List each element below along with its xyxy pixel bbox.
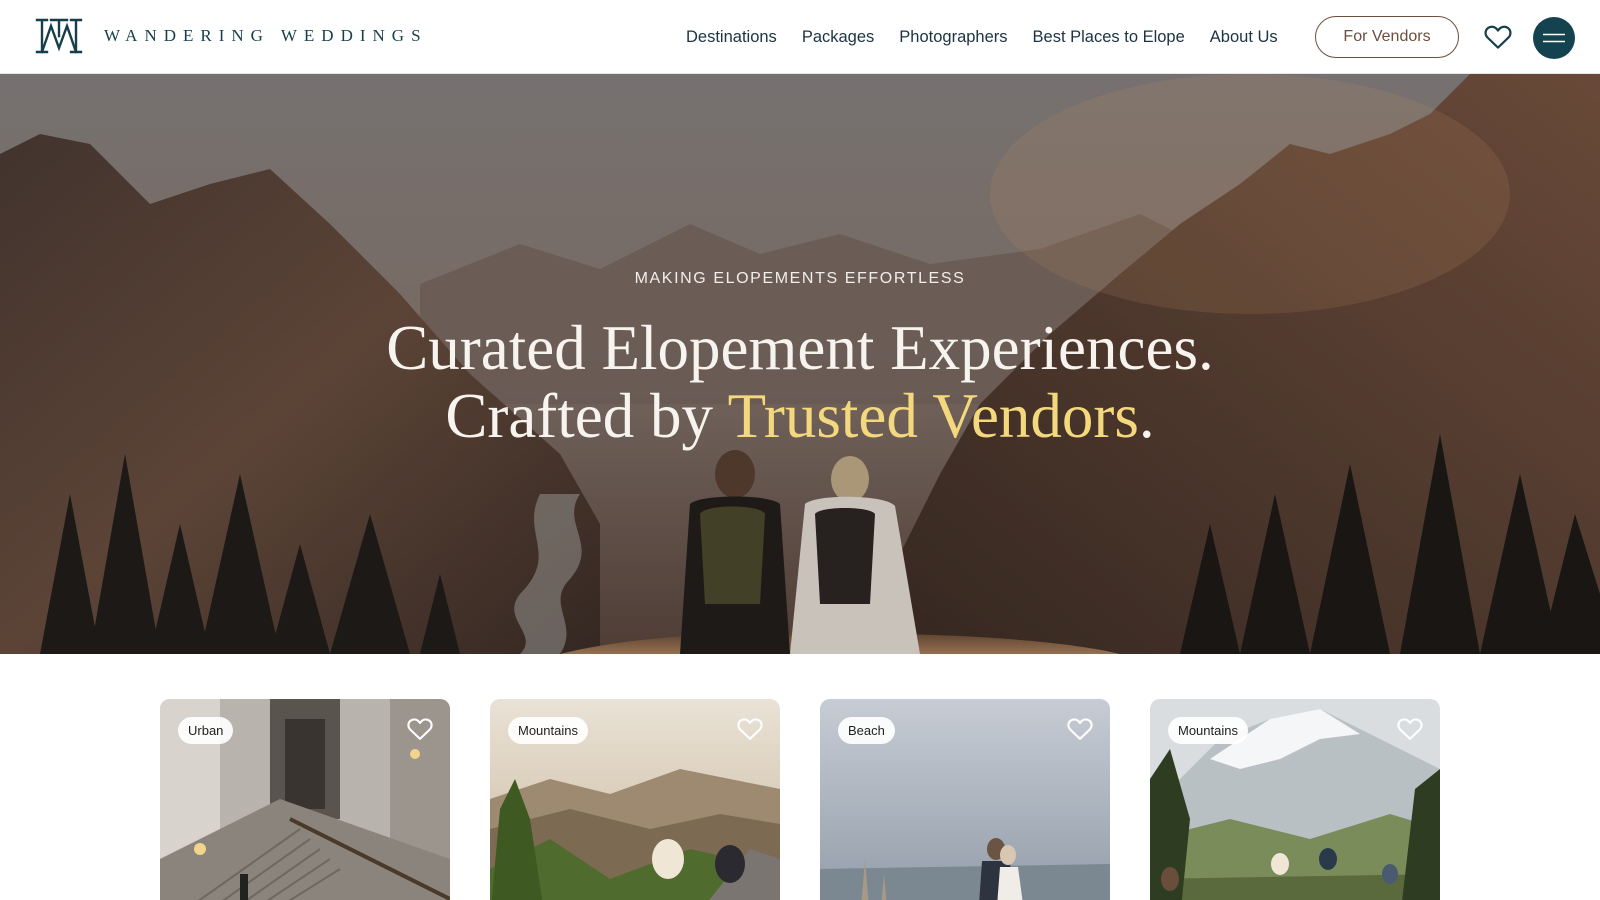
destination-card[interactable]: Mountains (490, 699, 780, 900)
destination-card[interactable]: Urban (160, 699, 450, 900)
for-vendors-button[interactable]: For Vendors (1315, 16, 1459, 58)
site-header: WANDERING WEDDINGS Destinations Packages… (0, 0, 1600, 74)
logo-icon (35, 18, 83, 54)
destination-card[interactable]: Mountains (1150, 699, 1440, 900)
heart-icon[interactable] (1483, 22, 1513, 52)
card-category-badge: Beach (838, 717, 895, 744)
menu-button[interactable] (1533, 17, 1575, 59)
hero-headline-accent: Trusted Vendors (727, 381, 1139, 451)
hero-headline-line2: Crafted by Trusted Vendors. (0, 382, 1600, 450)
heart-icon[interactable] (1396, 715, 1424, 743)
nav-about-us[interactable]: About Us (1210, 28, 1278, 47)
heart-icon[interactable] (406, 715, 434, 743)
destination-card[interactable]: Beach (820, 699, 1110, 900)
card-category-badge: Urban (178, 717, 234, 744)
main-nav: Destinations Packages Photographers Best… (686, 0, 1303, 74)
hero-banner: MAKING ELOPEMENTS EFFORTLESS Curated Elo… (0, 74, 1600, 654)
brand-name: WANDERING WEDDINGS (104, 26, 428, 45)
hero-content: MAKING ELOPEMENTS EFFORTLESS Curated Elo… (0, 74, 1600, 654)
nav-destinations[interactable]: Destinations (686, 28, 777, 47)
card-category-badge: Mountains (1168, 717, 1248, 744)
hero-eyebrow: MAKING ELOPEMENTS EFFORTLESS (634, 270, 966, 287)
heart-icon[interactable] (1066, 715, 1094, 743)
hero-headline-prefix: Crafted by (445, 381, 728, 451)
hero-headline-suffix: . (1138, 381, 1155, 451)
nav-packages[interactable]: Packages (802, 28, 874, 47)
hamburger-menu-icon (1543, 33, 1565, 43)
destination-cards: Urban Mountains Beach Mountains (0, 654, 1600, 900)
card-category-badge: Mountains (508, 717, 588, 744)
brand-logo[interactable]: WANDERING WEDDINGS (34, 16, 428, 56)
nav-photographers[interactable]: Photographers (899, 28, 1007, 47)
heart-icon[interactable] (736, 715, 764, 743)
nav-best-places-to-elope[interactable]: Best Places to Elope (1033, 28, 1185, 47)
hero-headline-line1: Curated Elopement Experiences. (386, 313, 1214, 383)
